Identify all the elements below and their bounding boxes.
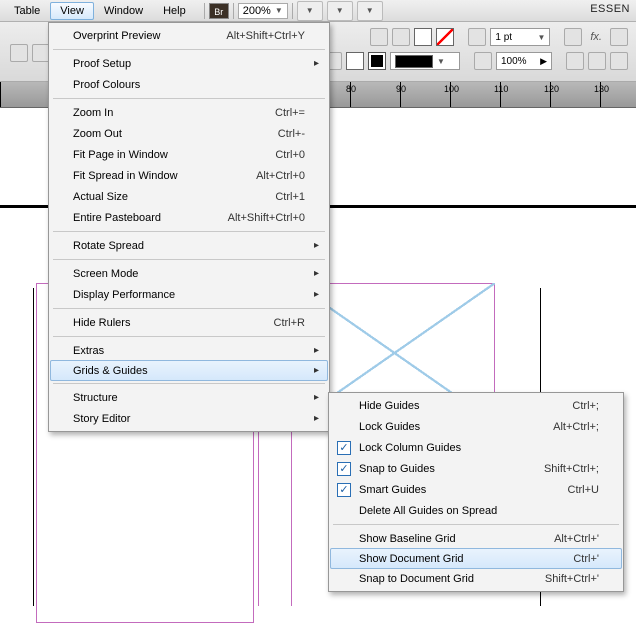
menu-view[interactable]: View bbox=[50, 2, 94, 20]
workspace-label: ESSEN bbox=[590, 3, 630, 15]
chevron-down-icon: ▼ bbox=[537, 33, 545, 42]
menu-table[interactable]: Table bbox=[4, 2, 50, 20]
corner-icon[interactable] bbox=[392, 28, 410, 46]
stroke-style-swatch bbox=[395, 55, 433, 68]
screen-mode-icon[interactable]: ▼ bbox=[327, 1, 353, 21]
submenu-show-document-grid[interactable]: Show Document GridCtrl+' bbox=[330, 548, 622, 569]
opacity-icon bbox=[474, 52, 492, 70]
menu-structure[interactable]: Structure bbox=[51, 387, 327, 408]
toolbar-icon[interactable] bbox=[10, 44, 28, 62]
grids-guides-submenu: Hide GuidesCtrl+; Lock GuidesAlt+Ctrl+; … bbox=[328, 392, 624, 592]
menu-rotate-spread[interactable]: Rotate Spread bbox=[51, 235, 327, 256]
menu-fit-page[interactable]: Fit Page in WindowCtrl+0 bbox=[51, 144, 327, 165]
misc-icon[interactable] bbox=[610, 52, 628, 70]
drop-shadow-icon[interactable] bbox=[610, 28, 628, 46]
menu-zoom-in[interactable]: Zoom InCtrl+= bbox=[51, 102, 327, 123]
menu-entire-pasteboard[interactable]: Entire PasteboardAlt+Shift+Ctrl+0 bbox=[51, 207, 327, 228]
menu-window[interactable]: Window bbox=[94, 2, 153, 20]
menu-extras[interactable]: Extras bbox=[51, 340, 327, 361]
chevron-down-icon: ▼ bbox=[275, 6, 283, 15]
chevron-right-icon: ▶ bbox=[540, 56, 547, 67]
menu-proof-setup[interactable]: Proof Setup bbox=[51, 53, 327, 74]
menu-hide-rulers[interactable]: Hide RulersCtrl+R bbox=[51, 312, 327, 333]
stroke-weight-icon bbox=[468, 28, 486, 46]
check-icon: ✓ bbox=[337, 462, 351, 476]
link-icon[interactable] bbox=[370, 28, 388, 46]
stroke-style-input[interactable]: ▼ bbox=[390, 52, 460, 70]
menu-help[interactable]: Help bbox=[153, 2, 196, 20]
menu-actual-size[interactable]: Actual SizeCtrl+1 bbox=[51, 186, 327, 207]
submenu-delete-all-guides[interactable]: Delete All Guides on Spread bbox=[331, 500, 621, 521]
menu-zoom-out[interactable]: Zoom OutCtrl+- bbox=[51, 123, 327, 144]
menu-screen-mode[interactable]: Screen Mode bbox=[51, 263, 327, 284]
menu-story-editor[interactable]: Story Editor bbox=[51, 408, 327, 429]
menu-fit-spread[interactable]: Fit Spread in WindowAlt+Ctrl+0 bbox=[51, 165, 327, 186]
misc-icon[interactable] bbox=[566, 52, 584, 70]
view-options-icon[interactable]: ▼ bbox=[297, 1, 323, 21]
misc-icon[interactable] bbox=[588, 52, 606, 70]
check-icon: ✓ bbox=[337, 483, 351, 497]
submenu-lock-guides[interactable]: Lock GuidesAlt+Ctrl+; bbox=[331, 416, 621, 437]
menu-overprint-preview[interactable]: Overprint PreviewAlt+Shift+Ctrl+Y bbox=[51, 25, 327, 46]
check-icon: ✓ bbox=[337, 441, 351, 455]
fx-icon[interactable]: fx. bbox=[586, 31, 606, 43]
menu-proof-colours[interactable]: Proof Colours bbox=[51, 74, 327, 95]
menu-display-performance[interactable]: Display Performance bbox=[51, 284, 327, 305]
menu-grids-guides[interactable]: Grids & Guides bbox=[50, 360, 328, 381]
effects-icon[interactable] bbox=[564, 28, 582, 46]
fill-swatch[interactable] bbox=[414, 28, 432, 46]
submenu-snap-to-guides[interactable]: ✓ Snap to GuidesShift+Ctrl+; bbox=[331, 458, 621, 479]
opacity-input[interactable]: 100% ▶ bbox=[496, 52, 552, 70]
submenu-snap-to-document-grid[interactable]: Snap to Document GridShift+Ctrl+' bbox=[331, 568, 621, 589]
bridge-icon[interactable]: Br bbox=[209, 3, 229, 19]
arrange-icon[interactable]: ▼ bbox=[357, 1, 383, 21]
submenu-show-baseline-grid[interactable]: Show Baseline GridAlt+Ctrl+' bbox=[331, 528, 621, 549]
submenu-hide-guides[interactable]: Hide GuidesCtrl+; bbox=[331, 395, 621, 416]
zoom-value: 200% bbox=[243, 5, 271, 17]
zoom-level[interactable]: 200% ▼ bbox=[238, 3, 288, 19]
submenu-lock-column-guides[interactable]: ✓ Lock Column Guides bbox=[331, 437, 621, 458]
view-menu-dropdown: Overprint PreviewAlt+Shift+Ctrl+Y Proof … bbox=[48, 22, 330, 432]
no-fill-icon[interactable] bbox=[436, 28, 454, 46]
submenu-smart-guides[interactable]: ✓ Smart GuidesCtrl+U bbox=[331, 479, 621, 500]
menubar: Table View Window Help Br 200% ▼ ▼ ▼ ▼ E… bbox=[0, 0, 636, 22]
stroke-swatch[interactable] bbox=[346, 52, 364, 70]
stroke-weight-input[interactable]: 1 pt ▼ bbox=[490, 28, 550, 46]
chevron-down-icon: ▼ bbox=[437, 57, 445, 66]
